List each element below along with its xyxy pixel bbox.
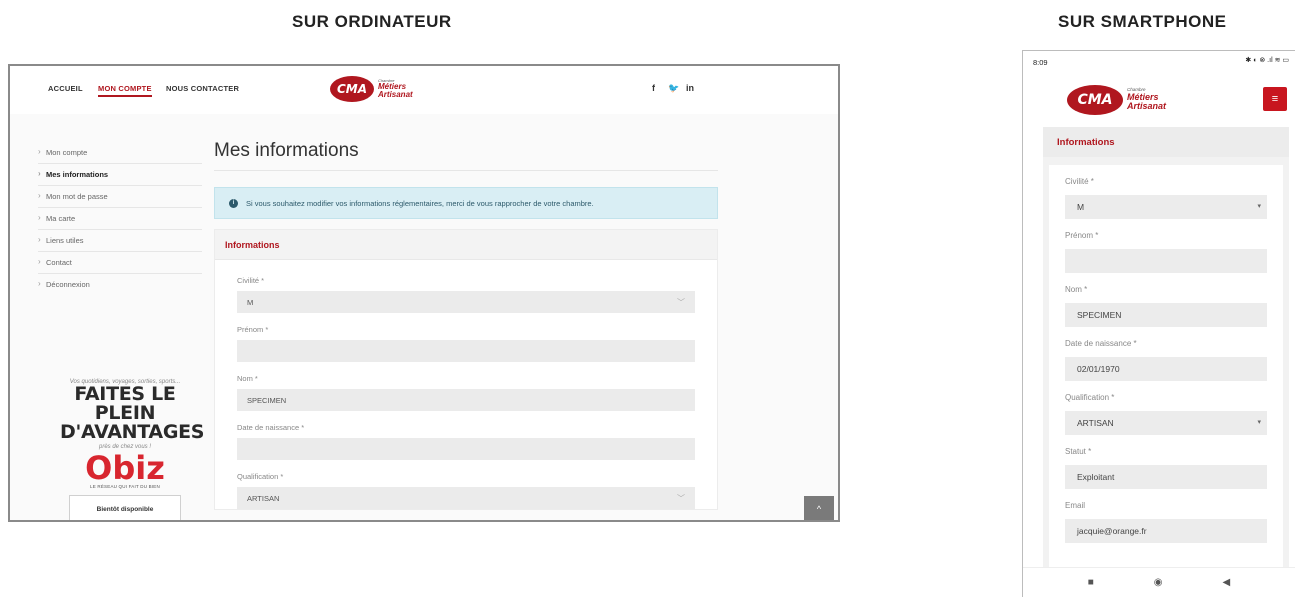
- sidebar-item-ma-carte[interactable]: Ma carte: [38, 208, 202, 230]
- info-alert-text: Si vous souhaitez modifier vos informati…: [246, 198, 594, 208]
- sidebar-item-mon-compte[interactable]: Mon compte: [38, 142, 202, 164]
- sidebar-item-deconnexion[interactable]: Déconnexion: [38, 274, 202, 295]
- date-naissance-label: Date de naissance *: [237, 423, 305, 432]
- cma-logo[interactable]: CMA Chambre Métiers Artisanat: [330, 76, 413, 102]
- cma-logo-mark: CMA: [330, 76, 374, 102]
- main-content: Mes informations i Si vous souhaitez mod…: [214, 140, 718, 510]
- account-sidebar: Mon compte Mes informations Mon mot de p…: [38, 142, 202, 295]
- prenom-label: Prénom *: [1065, 231, 1099, 240]
- mobile-heading: SUR SMARTPHONE: [1058, 12, 1227, 31]
- twitter-icon[interactable]: 🐦: [668, 83, 679, 94]
- android-nav-bar: ■ ◉ ◀: [1023, 567, 1295, 597]
- form-body: Civilité * M ﹀ Prénom * Nom * SPECIMEN Da…: [215, 260, 717, 509]
- qualification-label: Qualification *: [237, 472, 284, 481]
- top-nav: ACCUEIL MON COMPTE NOUS CONTACTER CMA Ch…: [10, 66, 838, 114]
- info-alert: i Si vous souhaitez modifier vos informa…: [214, 187, 718, 219]
- facebook-icon[interactable]: f: [652, 83, 655, 93]
- mobile-content: Informations Civilité * M ▾ Prénom * Nom …: [1043, 127, 1289, 567]
- cma-logo-mark: CMA: [1067, 85, 1123, 115]
- mobile-screenshot: 8:09 ✱ ◐ ⊗ .ıl ≋ ▭ CMA Chambre Métiers A…: [1022, 50, 1295, 597]
- email-field[interactable]: jacquie@orange.fr: [1065, 519, 1267, 543]
- statut-field[interactable]: Exploitant: [1065, 465, 1267, 489]
- caret-down-icon: ▾: [1257, 203, 1261, 210]
- status-time: 8:09: [1033, 57, 1048, 67]
- nav-nous-contacter[interactable]: NOUS CONTACTER: [166, 84, 239, 93]
- info-icon: i: [229, 198, 238, 208]
- obiz-promo: Vos quotidiens, voyages, sorties, sports…: [60, 379, 205, 520]
- qualification-label: Qualification *: [1065, 393, 1115, 402]
- mobile-form-body: Civilité * M ▾ Prénom * Nom * SPECIMEN Da…: [1049, 165, 1283, 567]
- hamburger-menu-button[interactable]: ≡: [1263, 87, 1287, 111]
- prenom-field[interactable]: [237, 340, 695, 362]
- obiz-tagline: LE RÉSEAU QUI FAIT DU BIEN: [90, 484, 160, 489]
- chevron-down-icon: ﹀: [677, 298, 685, 307]
- desktop-heading: SUR ORDINATEUR: [292, 12, 452, 31]
- promo-title-line2: D'AVANTAGES: [60, 421, 205, 443]
- nav-accueil[interactable]: ACCUEIL: [48, 84, 83, 93]
- obiz-logo: Obiz: [85, 449, 165, 487]
- date-naissance-label: Date de naissance *: [1065, 339, 1137, 348]
- sidebar-item-mot-de-passe[interactable]: Mon mot de passe: [38, 186, 202, 208]
- bientot-disponible-button[interactable]: Bientôt disponible: [69, 495, 181, 520]
- status-bar: 8:09 ✱ ◐ ⊗ .ıl ≋ ▭: [1023, 51, 1295, 73]
- recent-apps-icon[interactable]: ■: [1088, 577, 1094, 588]
- statut-label: Statut *: [1065, 447, 1092, 456]
- email-label: Email: [1065, 501, 1086, 510]
- cma-logo-text: Chambre Métiers Artisanat: [378, 77, 413, 100]
- nav-mon-compte[interactable]: MON COMPTE: [98, 84, 152, 97]
- cma-logo[interactable]: CMA Chambre Métiers Artisanat: [1067, 85, 1166, 115]
- card-title: Informations: [215, 230, 717, 260]
- qualification-select[interactable]: ARTISAN ﹀: [237, 487, 695, 509]
- desktop-screenshot: ACCUEIL MON COMPTE NOUS CONTACTER CMA Ch…: [8, 64, 840, 522]
- page-title: Mes informations: [214, 140, 718, 171]
- status-icons: ✱ ◐ ⊗ .ıl ≋ ▭: [1245, 57, 1289, 64]
- caret-down-icon: ▾: [1257, 419, 1261, 426]
- nom-field[interactable]: SPECIMEN: [237, 389, 695, 411]
- desktop-body: Mon compte Mes informations Mon mot de p…: [10, 114, 838, 520]
- civilite-label: Civilité *: [237, 276, 265, 285]
- date-naissance-field[interactable]: 02/01/1970: [1065, 357, 1267, 381]
- home-icon[interactable]: ◉: [1154, 577, 1163, 588]
- promo-title-line1: FAITES LE PLEIN: [74, 383, 176, 424]
- nom-field[interactable]: SPECIMEN: [1065, 303, 1267, 327]
- mobile-header: CMA Chambre Métiers Artisanat ≡: [1023, 73, 1295, 125]
- civilite-label: Civilité *: [1065, 177, 1094, 186]
- civilite-select[interactable]: M ▾: [1065, 195, 1267, 219]
- mobile-card-title: Informations: [1043, 127, 1289, 157]
- date-naissance-field[interactable]: [237, 438, 695, 460]
- scroll-to-top-button[interactable]: ^: [804, 496, 834, 520]
- informations-card: Informations Civilité * M ﹀ Prénom * Nom …: [214, 229, 718, 510]
- qualification-select[interactable]: ARTISAN ▾: [1065, 411, 1267, 435]
- back-icon[interactable]: ◀: [1223, 577, 1231, 588]
- civilite-select[interactable]: M ﹀: [237, 291, 695, 313]
- sidebar-item-contact[interactable]: Contact: [38, 252, 202, 274]
- cma-logo-text: Chambre Métiers Artisanat: [1127, 87, 1167, 112]
- prenom-field[interactable]: [1065, 249, 1267, 273]
- nom-label: Nom *: [237, 374, 258, 383]
- sidebar-item-mes-informations[interactable]: Mes informations: [38, 164, 202, 186]
- chevron-down-icon: ﹀: [677, 494, 685, 503]
- prenom-label: Prénom *: [237, 325, 269, 334]
- sidebar-item-liens-utiles[interactable]: Liens utiles: [38, 230, 202, 252]
- nom-label: Nom *: [1065, 285, 1088, 294]
- linkedin-icon[interactable]: in: [686, 83, 694, 93]
